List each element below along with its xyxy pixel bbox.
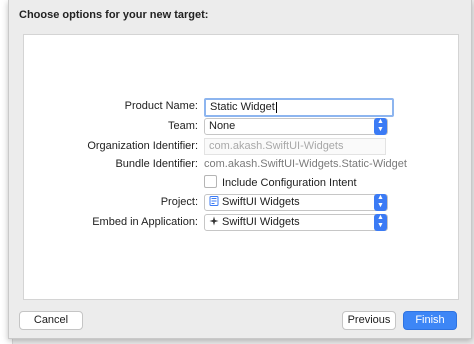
organization-identifier-placeholder: com.akash.SwiftUI-Widgets [209,140,344,152]
bundle-identifier-label: Bundle Identifier: [115,158,198,170]
bundle-identifier-row: Bundle Identifier: com.akash.SwiftUI-Wid… [24,156,458,174]
team-row: Team: None ▲ ▼ [24,118,458,136]
product-name-row: Product Name: Static Widget [24,98,458,117]
project-label: Project: [160,196,198,208]
product-name-value: Static Widget [210,101,275,113]
dialog-title: Choose options for your new target: [19,9,209,21]
project-value: SwiftUI Widgets [222,196,300,208]
embed-in-application-label: Embed in Application: [92,216,198,228]
popup-arrows-icon: ▲ ▼ [374,194,387,211]
finish-button[interactable]: Finish [403,311,457,330]
options-panel: Product Name: Static Widget Team: None ▲… [23,34,459,300]
xcode-project-icon [209,196,219,206]
project-popup[interactable]: SwiftUI Widgets ▲ ▼ [204,194,388,211]
project-row: Project: SwiftUI Widgets ▲ ▼ [24,194,458,212]
team-popup[interactable]: None ▲ ▼ [204,118,388,135]
organization-identifier-field[interactable]: com.akash.SwiftUI-Widgets [204,138,386,155]
product-name-field[interactable]: Static Widget [204,98,394,117]
include-configuration-intent-row: Include Configuration Intent [24,174,458,192]
organization-identifier-row: Organization Identifier: com.akash.Swift… [24,138,458,156]
embed-in-application-popup[interactable]: SwiftUI Widgets ▲ ▼ [204,214,388,231]
popup-arrows-icon: ▲ ▼ [374,214,387,231]
previous-button[interactable]: Previous [342,311,396,330]
cancel-button[interactable]: Cancel [19,311,83,330]
include-configuration-intent-checkbox[interactable] [204,175,217,188]
organization-identifier-label: Organization Identifier: [87,140,198,152]
team-label: Team: [168,120,198,132]
text-caret [275,101,277,113]
product-name-label: Product Name: [124,100,198,112]
bundle-identifier-value: com.akash.SwiftUI-Widgets.Static-Widget [204,158,407,170]
new-target-sheet: Choose options for your new target: Prod… [8,0,472,339]
team-value: None [209,120,236,132]
embed-in-application-value: SwiftUI Widgets [222,216,300,228]
popup-arrows-icon: ▲ ▼ [374,118,387,135]
app-target-icon [209,216,219,226]
embed-in-application-row: Embed in Application: SwiftUI Widgets ▲ ▼ [24,214,458,232]
include-configuration-intent-label: Include Configuration Intent [222,177,357,189]
include-configuration-intent-control[interactable]: Include Configuration Intent [204,175,357,192]
